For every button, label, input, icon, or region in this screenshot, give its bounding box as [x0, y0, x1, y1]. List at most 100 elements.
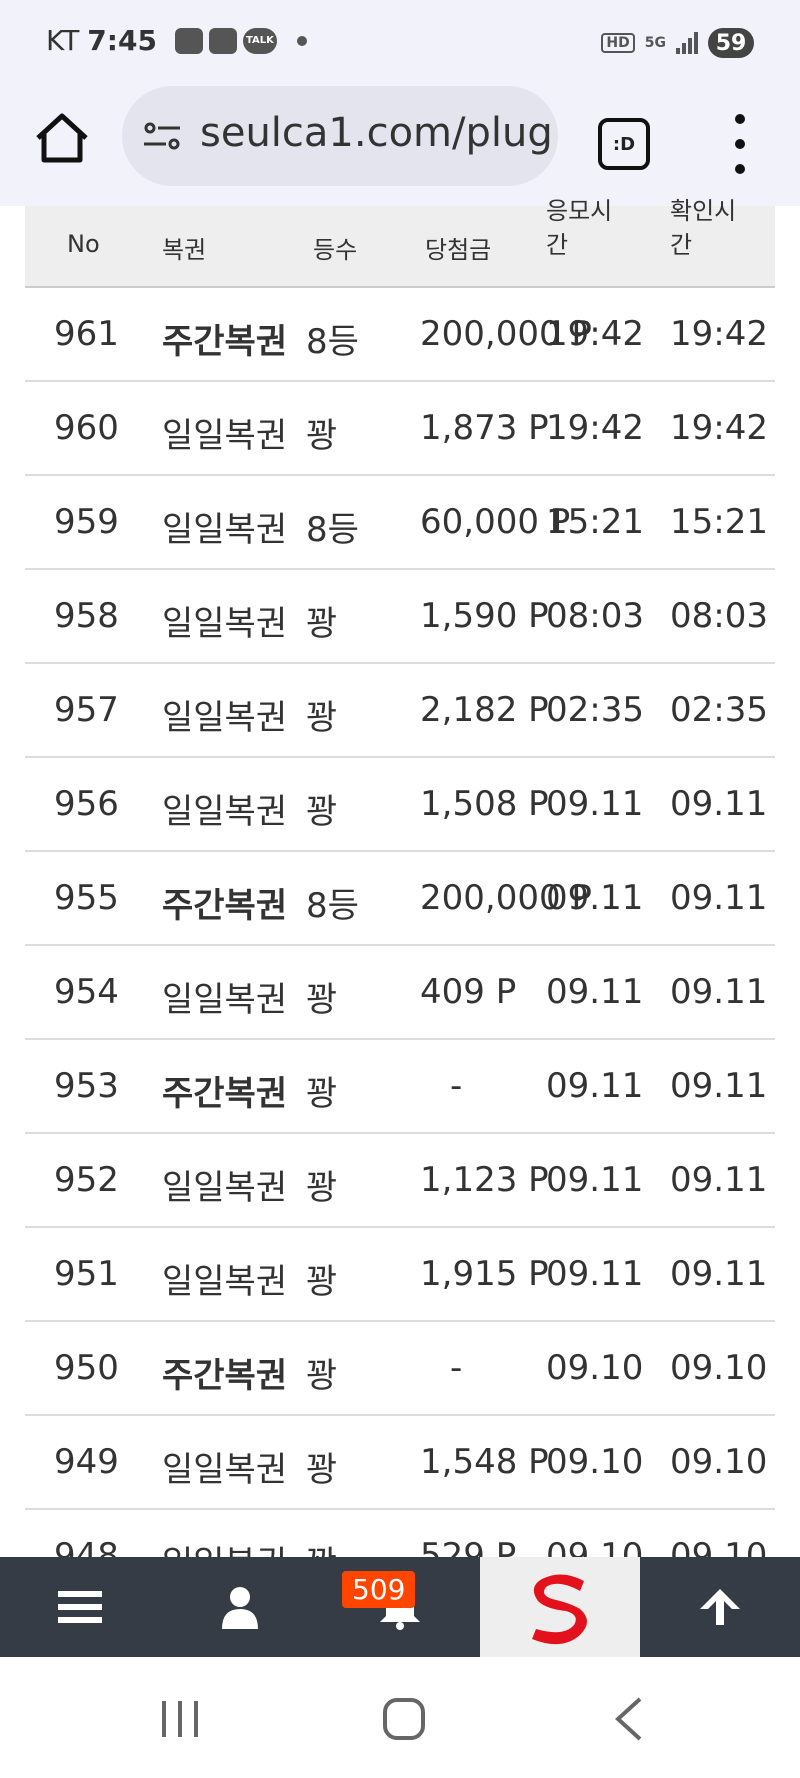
network-type-icon: 5G — [644, 35, 666, 51]
row-amount: 1,123 P — [420, 1160, 549, 1200]
hd-voice-icon: HD — [601, 33, 635, 53]
row-entry-time: 09.11 — [546, 1160, 644, 1200]
row-lottery-type: 일일복권 — [162, 1450, 288, 1490]
home-button[interactable] — [32, 108, 92, 168]
carrier: KT — [46, 24, 80, 57]
row-entry-time: 19:42 — [546, 314, 644, 354]
table-row: 951 일일복권 꽝 1,915 P 09.11 09.11 — [25, 1228, 775, 1322]
row-amount: - — [450, 1066, 463, 1106]
row-check-time: 09.10 — [670, 1442, 768, 1482]
row-no: 955 — [54, 878, 119, 918]
row-no: 956 — [54, 784, 119, 824]
pill-icon — [174, 27, 203, 54]
menu-icon — [58, 1591, 102, 1623]
site-logo-button[interactable] — [480, 1557, 640, 1657]
row-amount: 1,915 P — [420, 1254, 549, 1294]
dot-icon — [735, 164, 745, 174]
row-lottery-type: 일일복권 — [162, 416, 288, 456]
row-no: 952 — [54, 1160, 119, 1200]
row-check-time: 19:42 — [670, 314, 768, 354]
header-amount: 당첨금 — [425, 236, 492, 264]
row-lottery-type: 일일복권 — [162, 980, 288, 1020]
dot-icon — [735, 139, 745, 149]
home-icon — [36, 113, 88, 163]
row-rank: 8등 — [306, 510, 359, 550]
row-rank: 꽝 — [306, 1356, 338, 1396]
menu-button[interactable] — [40, 1557, 120, 1657]
notification-icons: TALK — [174, 27, 307, 54]
row-check-time: 09.10 — [670, 1348, 768, 1388]
header-type: 복권 — [162, 236, 207, 264]
row-rank: 꽝 — [306, 1262, 338, 1302]
home-nav-icon[interactable] — [382, 1697, 426, 1741]
table-row: 952 일일복권 꽝 1,123 P 09.11 09.11 — [25, 1134, 775, 1228]
row-lottery-type: 주간복권 — [162, 1356, 288, 1396]
browser-toolbar: seulca1.com/plug :D — [0, 80, 800, 206]
row-entry-time: 09.11 — [546, 1066, 644, 1106]
more-notifications-dot-icon — [296, 35, 307, 46]
notification-badge: 509 — [342, 1571, 416, 1608]
row-check-time: 15:21 — [670, 502, 768, 542]
kakaotalk-icon: TALK — [242, 27, 277, 54]
header-no: No — [67, 230, 100, 258]
header-entry-time: 응모시간 — [546, 197, 613, 259]
header-rank: 등수 — [313, 236, 358, 264]
row-check-time: 09.11 — [670, 1066, 768, 1106]
row-amount: 1,873 P — [420, 408, 549, 448]
url-text[interactable]: seulca1.com/plug — [200, 110, 553, 156]
row-amount: 1,548 P — [420, 1442, 549, 1482]
status-left: KT 7:45 TALK — [46, 24, 307, 57]
row-check-time: 09.11 — [670, 1160, 768, 1200]
battery-icon: 59 — [708, 28, 754, 58]
row-lottery-type: 일일복권 — [162, 698, 288, 738]
table-row: 955 주간복권 8등 200,000 P 09.11 09.11 — [25, 852, 775, 946]
profile-button[interactable] — [200, 1557, 280, 1657]
back-icon[interactable] — [614, 1697, 644, 1741]
table-row: 954 일일복권 꽝 409 P 09.11 09.11 — [25, 946, 775, 1040]
site-settings-icon[interactable] — [142, 120, 182, 152]
signal-icon — [676, 32, 698, 54]
row-rank: 꽝 — [306, 416, 338, 456]
lottery-history-table: No 복권 등수 당첨금 응모시간 확인시간 961 주간복권 8등 200,000 … — [25, 197, 775, 1604]
row-rank: 꽝 — [306, 980, 338, 1020]
row-no: 951 — [54, 1254, 119, 1294]
address-bar[interactable]: seulca1.com/plug — [122, 86, 558, 186]
recent-apps-icon[interactable] — [160, 1699, 200, 1739]
row-entry-time: 09.11 — [546, 972, 644, 1012]
row-amount: - — [450, 1348, 463, 1388]
tab-switcher-button[interactable]: :D — [598, 118, 650, 170]
status-bar: KT 7:45 TALK HD 5G 59 — [0, 0, 800, 80]
table-row: 956 일일복권 꽝 1,508 P 09.11 09.11 — [25, 758, 775, 852]
table-body: 961 주간복권 8등 200,000 P 19:42 19:42 960 일일복권 꽝 1,87… — [25, 288, 775, 1604]
row-rank: 꽝 — [306, 1168, 338, 1208]
clock: 7:45 — [87, 24, 157, 57]
row-entry-time: 19:42 — [546, 408, 644, 448]
row-amount: 1,590 P — [420, 596, 549, 636]
table-row: 953 주간복권 꽝 - 09.11 09.11 — [25, 1040, 775, 1134]
more-menu-button[interactable] — [728, 114, 752, 174]
row-entry-time: 15:21 — [546, 502, 644, 542]
row-check-time: 09.11 — [670, 784, 768, 824]
row-rank: 8등 — [306, 322, 359, 362]
row-lottery-type: 주간복권 — [162, 322, 288, 362]
row-lottery-type: 주간복권 — [162, 886, 288, 926]
row-no: 958 — [54, 596, 119, 636]
scroll-top-button[interactable] — [680, 1557, 760, 1657]
table-header: No 복권 등수 당첨금 응모시간 확인시간 — [25, 197, 775, 288]
row-no: 949 — [54, 1442, 119, 1482]
row-no: 961 — [54, 314, 119, 354]
arrow-up-icon — [700, 1589, 740, 1625]
table-row: 949 일일복권 꽝 1,548 P 09.10 09.10 — [25, 1416, 775, 1510]
call-icon — [208, 27, 237, 54]
row-entry-time: 09.11 — [546, 784, 644, 824]
row-lottery-type: 일일복권 — [162, 792, 288, 832]
row-check-time: 09.11 — [670, 1254, 768, 1294]
table-row: 961 주간복권 8등 200,000 P 19:42 19:42 — [25, 288, 775, 382]
row-no: 950 — [54, 1348, 119, 1388]
row-check-time: 09.11 — [670, 878, 768, 918]
row-lottery-type: 일일복권 — [162, 604, 288, 644]
row-entry-time: 09.10 — [546, 1442, 644, 1482]
row-check-time: 19:42 — [670, 408, 768, 448]
row-amount: 2,182 P — [420, 690, 549, 730]
row-lottery-type: 일일복권 — [162, 1168, 288, 1208]
